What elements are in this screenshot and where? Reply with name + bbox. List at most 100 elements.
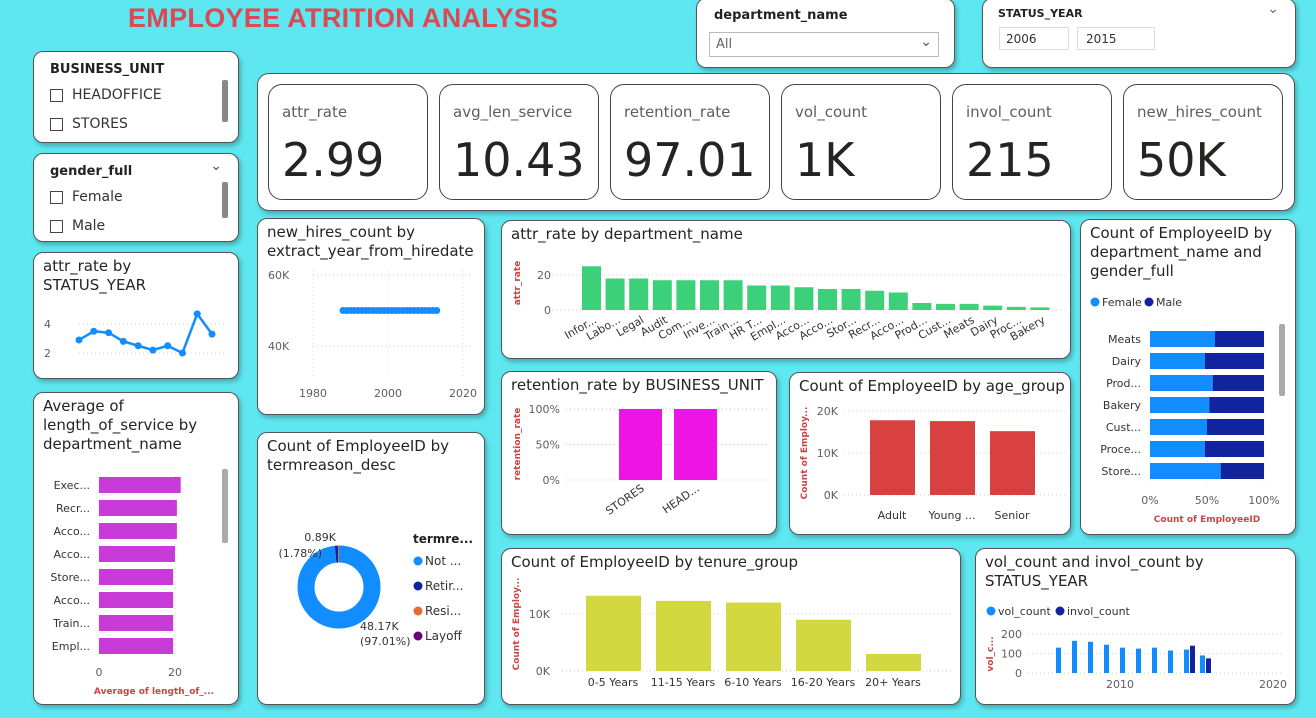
bar [656,600,711,671]
data-point [178,349,186,357]
x-axis-label: Count of EmployeeID [1154,515,1260,525]
kpi-card: new_hires_count 50K [1123,84,1283,200]
kpi-value: 1K [795,133,855,187]
y-tick-label: 100% [529,403,560,416]
x-tick-label: 2020 [449,387,477,400]
y-tick-label: 100 [1001,648,1022,661]
chart-svg: vol_count invol_count 200 100 0 vol_c... 2010 2… [986,605,1287,691]
bar-vol [1200,655,1205,673]
bar [726,602,781,671]
gender-option-female[interactable]: Female [50,189,123,205]
status-year-to-input[interactable]: 2015 [1077,27,1155,50]
status-year-from-input[interactable]: 2006 [999,27,1069,50]
chevron-down-icon[interactable]: ⌄ [210,158,222,174]
legend-marker [413,606,423,616]
legend-marker [413,581,423,591]
scrollbar[interactable] [222,80,228,122]
chevron-down-icon: ⌄ [920,34,932,50]
kpi-card: avg_len_service 10.43 [439,84,599,200]
y-tick-label: Dairy [1112,355,1142,368]
legend-label: Layoff [425,629,462,643]
y-tick-label: 0K [536,665,551,678]
chart-gender-by-department: Count of EmployeeID by department_name a… [1080,219,1296,535]
gender-option-male[interactable]: Male [50,218,105,234]
legend-label: Female [1102,296,1142,309]
bar [794,287,814,310]
scrollbar[interactable] [1279,324,1285,396]
bar [652,280,672,310]
pie-slice [297,545,381,629]
bar [723,280,743,310]
department-slicer-label: department_name [714,8,848,23]
y-tick-label: Empl... [52,640,90,653]
bar [629,278,649,310]
legend-label: Retir... [425,579,464,593]
x-tick-label: 20+ Years [865,676,921,689]
bar-male [1204,353,1264,369]
chart-attr-by-year: attr_rate by STATUS_YEAR 42 [33,252,239,379]
data-point [433,307,441,314]
data-point [105,329,113,337]
chart-svg: 0.89K (1.78%) 48.17K (97.01%) termre... Not .… [278,531,473,648]
y-tick-label: 20K [817,405,839,418]
data-label: (1.78%) [278,547,322,560]
bar [866,653,921,671]
bar [676,280,696,310]
bar-female [1150,419,1207,435]
legend-marker [986,606,996,616]
y-tick-label: Acco... [54,548,90,561]
bar [700,280,719,310]
kpi-card: attr_rate 2.99 [268,84,428,200]
legend-title: termre... [413,532,473,546]
checkbox[interactable] [50,219,63,233]
y-tick-label: Store... [50,571,90,584]
x-tick-label: 1980 [299,387,327,400]
checkbox[interactable] [50,190,63,204]
y-tick-label: Bakery [1103,399,1142,412]
status-year-slicer: STATUS_YEAR ⌄ 2006 2015 [982,0,1296,68]
chevron-down-icon[interactable]: ⌄ [1267,1,1279,17]
checkbox[interactable] [50,88,63,102]
department-dropdown[interactable]: All ⌄ [709,32,939,57]
bar [99,569,174,585]
bar-female [1150,353,1205,369]
business-unit-option-stores[interactable]: STORES [50,116,128,132]
data-point [119,337,127,345]
checkbox[interactable] [50,117,63,131]
bar-vol [1056,647,1061,673]
y-tick-label: 10K [529,608,551,621]
scrollbar[interactable] [222,182,228,218]
scrollbar[interactable] [222,469,228,543]
legend-label: vol_count [998,605,1052,618]
bar [770,285,790,310]
data-label: (97.01%) [360,635,411,648]
kpi-value: 50K [1137,133,1226,187]
x-tick-label: 0-5 Years [588,676,639,689]
y-axis-label: attr_rate [513,261,523,306]
bar [99,615,174,631]
bar [983,305,1003,310]
data-point [193,310,201,318]
bar [990,431,1035,495]
data-label: 0.89K [304,531,336,544]
kpi-label: retention_rate [624,103,731,121]
option-label: STORES [72,116,128,132]
y-tick-label: Recr... [56,502,90,515]
bar [99,638,174,654]
bar-male [1214,331,1264,347]
chart-termreason: Count of EmployeeID by termreason_desc 0… [257,432,485,705]
y-axis-label: Count of Employ... [512,578,522,671]
kpi-label: avg_len_service [453,103,573,121]
bar [796,619,851,671]
y-tick-label: 0K [824,489,839,502]
bar [888,292,908,310]
business-unit-option-headoffice[interactable]: HEADOFFICE [50,87,162,103]
bar-invol [1206,658,1211,673]
bar-vol [1104,644,1109,673]
x-tick-label: STORES [603,482,646,518]
y-tick-label: 50% [536,439,560,452]
bar [747,285,767,310]
bar-male [1220,463,1264,479]
series-line [78,311,214,355]
chart-tenure: Count of EmployeeID by tenure_group 10K 0… [501,548,961,705]
